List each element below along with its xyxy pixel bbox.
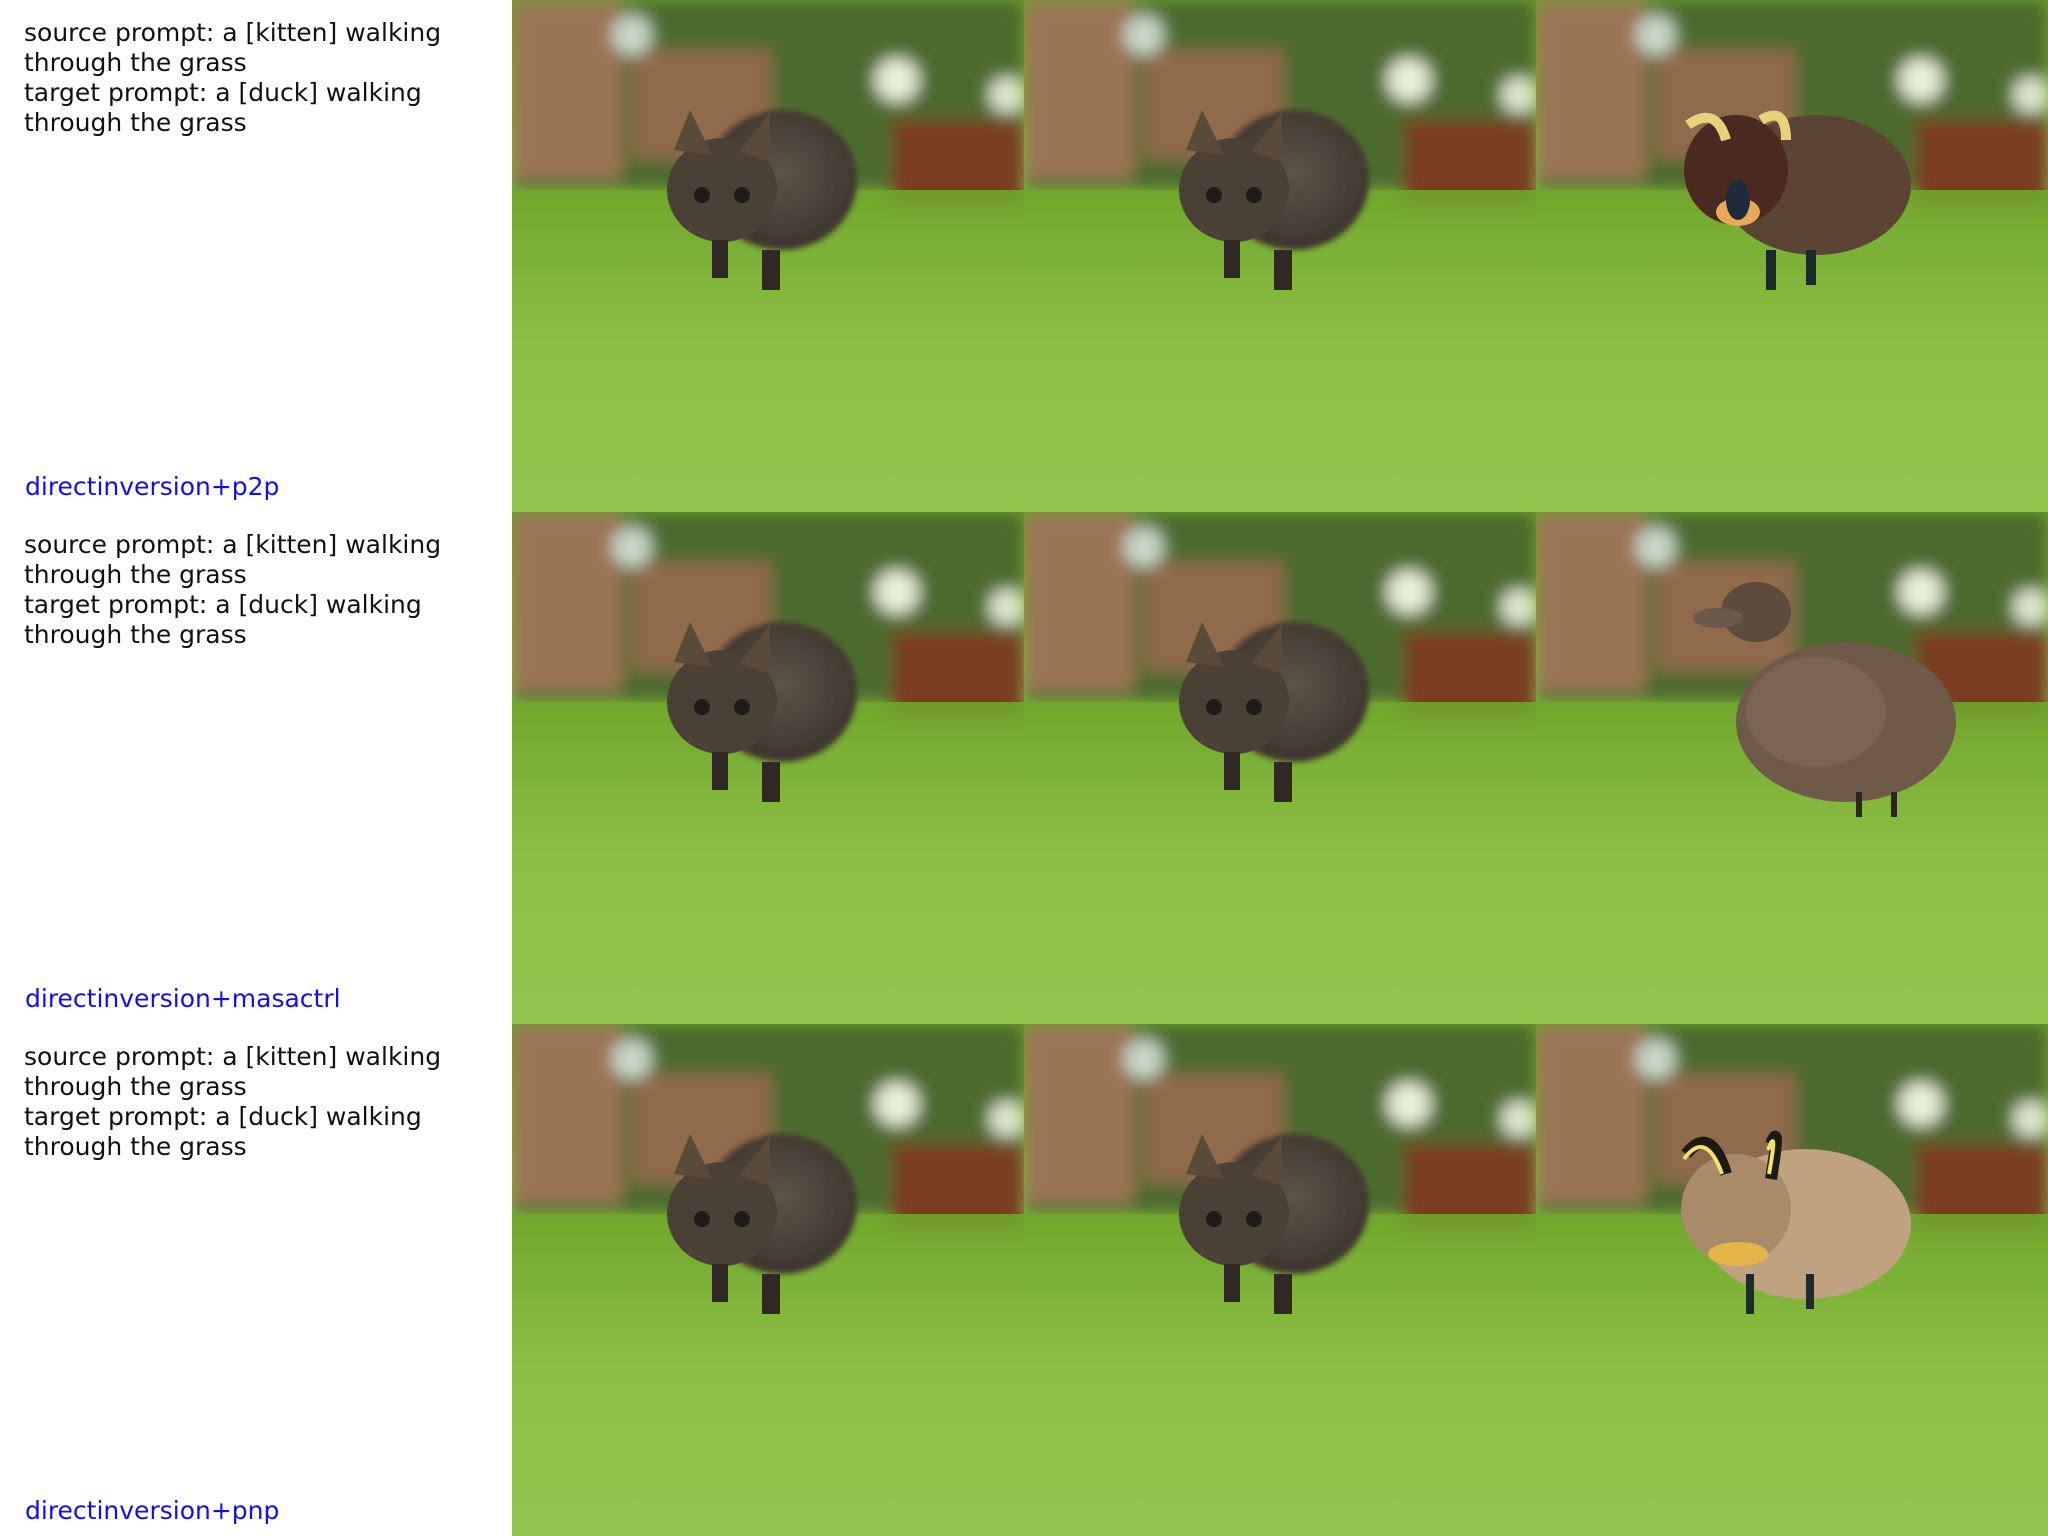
source-image-kitten	[512, 0, 1024, 512]
source-prompt: source prompt: a [kitten] walking throug…	[24, 18, 442, 77]
target-prompt: target prompt: a [duck] walking through …	[24, 1102, 422, 1161]
result-row: source prompt: a [kitten] walking throug…	[0, 0, 2048, 512]
method-label: directinversion+pnp	[25, 1496, 280, 1525]
target-prompt: target prompt: a [duck] walking through …	[24, 78, 422, 137]
edited-image-duck	[1536, 0, 2048, 512]
reconstruction-image-kitten	[1024, 1024, 1536, 1536]
edited-image-duck	[1536, 512, 2048, 1024]
result-row: source prompt: a [kitten] walking throug…	[0, 1024, 2048, 1536]
method-label: directinversion+p2p	[25, 472, 280, 501]
target-prompt: target prompt: a [duck] walking through …	[24, 590, 422, 649]
comparison-grid: source prompt: a [kitten] walking throug…	[0, 0, 2048, 1536]
source-prompt: source prompt: a [kitten] walking throug…	[24, 1042, 442, 1101]
source-image-kitten	[512, 1024, 1024, 1536]
prompt-cell: source prompt: a [kitten] walking throug…	[0, 0, 512, 512]
prompt-text: source prompt: a [kitten] walking throug…	[24, 18, 464, 138]
prompt-cell: source prompt: a [kitten] walking throug…	[0, 512, 512, 1024]
edited-image-duck	[1536, 1024, 2048, 1536]
source-prompt: source prompt: a [kitten] walking throug…	[24, 530, 442, 589]
result-row: source prompt: a [kitten] walking throug…	[0, 512, 2048, 1024]
prompt-cell: source prompt: a [kitten] walking throug…	[0, 1024, 512, 1536]
prompt-text: source prompt: a [kitten] walking throug…	[24, 530, 464, 650]
reconstruction-image-kitten	[1024, 512, 1536, 1024]
method-label: directinversion+masactrl	[25, 984, 341, 1013]
prompt-text: source prompt: a [kitten] walking throug…	[24, 1042, 464, 1162]
source-image-kitten	[512, 512, 1024, 1024]
reconstruction-image-kitten	[1024, 0, 1536, 512]
